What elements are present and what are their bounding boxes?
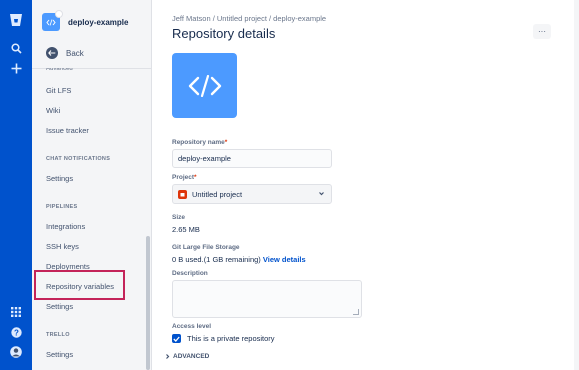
repo-header[interactable]: deploy-example	[42, 10, 152, 34]
page-scrollbar[interactable]	[574, 0, 579, 370]
project-select[interactable]: Untitled project	[172, 184, 332, 204]
required-marker: *	[194, 174, 197, 181]
breadcrumb[interactable]: Jeff Matson / Untitled project / deploy-…	[172, 14, 326, 23]
sidebar-repo-name: deploy-example	[68, 17, 129, 27]
sidebar-item-git-lfs[interactable]: Git LFS	[46, 86, 71, 95]
private-repository-checkbox-row[interactable]: This is a private repository	[172, 334, 275, 343]
search-icon[interactable]	[6, 38, 26, 58]
view-details-link[interactable]: View details	[263, 255, 306, 264]
sidebar-item-trello-settings[interactable]: Settings	[46, 350, 73, 359]
required-marker: *	[224, 139, 228, 146]
advanced-toggle[interactable]: ADVANCED	[164, 353, 209, 360]
back-button[interactable]: Back	[46, 47, 84, 59]
back-label: Back	[66, 48, 84, 58]
lfs-usage: 0 B used.(1 GB remaining) View details	[172, 255, 306, 264]
sidebar-scrollbar[interactable]	[146, 236, 150, 370]
section-pipelines: PIPELINES	[46, 204, 78, 210]
more-actions-button[interactable]: ···	[533, 24, 551, 39]
code-icon	[188, 74, 221, 97]
chevron-right-icon	[166, 354, 170, 359]
section-chat-notifications: CHAT NOTIFICATIONS	[46, 156, 111, 162]
size-value: 2.65 MB	[172, 225, 200, 234]
size-label: Size	[172, 214, 186, 221]
repository-sidebar: deploy-example Back Advanced Git LFS Wik…	[32, 0, 152, 370]
sidebar-item-ssh-keys[interactable]: SSH keys	[46, 242, 79, 251]
bitbucket-logo-icon[interactable]	[6, 10, 26, 30]
sidebar-item-chat-settings[interactable]: Settings	[46, 174, 73, 183]
highlight-annotation	[34, 270, 125, 300]
access-level-label: Access level	[172, 323, 212, 330]
user-avatar-icon[interactable]	[6, 342, 26, 362]
description-label: Description	[172, 270, 208, 277]
private-repository-label: This is a private repository	[187, 334, 275, 343]
page-title: Repository details	[172, 26, 276, 41]
sidebar-item-issue-tracker[interactable]: Issue tracker	[46, 126, 89, 135]
repository-name-value: deploy-example	[178, 154, 231, 163]
lfs-label: Git Large File Storage	[172, 244, 240, 251]
private-repository-checkbox[interactable]	[172, 334, 181, 343]
arrow-left-icon	[46, 47, 58, 59]
repository-name-input[interactable]: deploy-example	[172, 149, 332, 168]
plus-icon[interactable]	[6, 58, 26, 78]
repo-name-label-text: Repository name	[172, 139, 225, 146]
lock-icon	[55, 10, 63, 18]
repo-name-label: Repository name*	[172, 139, 227, 146]
chevron-down-icon	[318, 190, 325, 199]
svg-text:?: ?	[14, 328, 19, 337]
help-icon[interactable]: ?	[6, 322, 26, 342]
sidebar-item-wiki[interactable]: Wiki	[46, 106, 60, 115]
resize-grip-icon[interactable]	[353, 309, 359, 315]
repo-avatar	[42, 10, 63, 31]
project-value: Untitled project	[192, 189, 243, 199]
project-label-text: Project	[172, 174, 195, 181]
advanced-label: ADVANCED	[173, 353, 210, 360]
section-trello: TRELLO	[46, 332, 70, 338]
sidebar-item-pipelines-settings[interactable]: Settings	[46, 302, 73, 311]
project-label: Project*	[172, 174, 197, 181]
more-dots-icon: ···	[538, 27, 546, 36]
project-icon	[178, 189, 187, 199]
lfs-usage-text: 0 B used.(1 GB remaining)	[172, 255, 261, 264]
apps-grid-icon[interactable]	[6, 302, 26, 322]
repository-avatar[interactable]	[172, 53, 237, 118]
global-nav: ?	[0, 0, 32, 370]
description-textarea[interactable]	[172, 280, 362, 318]
sidebar-item-integrations[interactable]: Integrations	[46, 222, 85, 231]
sidebar-item-advanced-cut[interactable]: Advanced	[46, 68, 86, 73]
